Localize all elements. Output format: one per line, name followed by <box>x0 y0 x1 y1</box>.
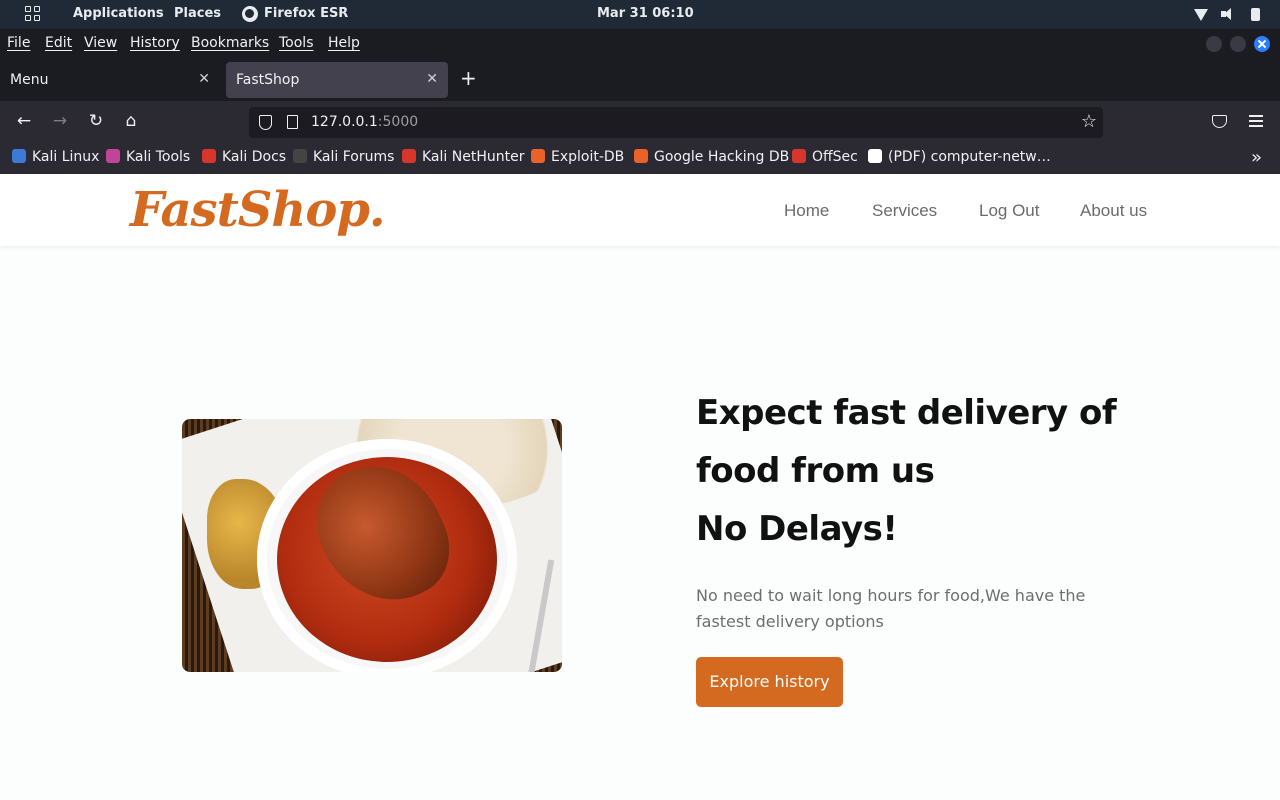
site-logo[interactable]: FastShop. <box>130 182 386 238</box>
bookmark-label: OffSec <box>812 149 858 165</box>
tab-close-icon[interactable]: ✕ <box>198 71 210 87</box>
bookmark-label: Kali Forums <box>313 149 395 165</box>
bookmark-star-icon[interactable]: ☆ <box>1081 111 1097 132</box>
system-clock[interactable]: Mar 31 06:10 <box>597 6 694 21</box>
hero-title-line: No Delays! <box>696 509 898 549</box>
nav-logout-link[interactable]: Log Out <box>979 201 1040 221</box>
bookmark-exploit-db[interactable]: Exploit-DB <box>531 149 624 165</box>
bookmark-label: Exploit-DB <box>551 149 625 165</box>
url-host: 127.0.0.1 <box>311 114 378 130</box>
url-bar[interactable]: 127.0.0.1:5000 ☆ <box>249 107 1103 138</box>
maximize-button[interactable] <box>1230 36 1246 52</box>
menu-help[interactable]: Help <box>328 35 360 51</box>
chevron-right-icon[interactable]: » <box>1251 147 1262 168</box>
bookmark-kali-tools[interactable]: Kali Tools <box>106 149 190 165</box>
forward-arrow-icon[interactable]: → <box>49 111 71 131</box>
hero-title-line: food from us <box>696 451 935 491</box>
bookmark-label: Kali Tools <box>126 149 191 165</box>
bookmark-label: Google Hacking DB <box>654 149 790 165</box>
nethunter-icon <box>402 149 416 163</box>
tab-fastshop[interactable]: FastShop ✕ <box>226 62 448 98</box>
kali-dragon-icon <box>12 149 26 163</box>
active-app-label[interactable]: Firefox ESR <box>264 6 348 21</box>
menu-tools[interactable]: Tools <box>279 35 314 51</box>
applications-menu[interactable]: Applications <box>73 6 164 21</box>
hero-title-line: Expect fast delivery of <box>696 393 1117 433</box>
bookmark-google-hacking-db[interactable]: Google Hacking DB <box>634 149 789 165</box>
system-top-panel: Applications Places Firefox ESR Mar 31 0… <box>0 0 1280 29</box>
exploit-db-icon <box>531 149 545 163</box>
bookmark-label: Kali Docs <box>222 149 287 165</box>
bookmark-label: (PDF) computer-netw… <box>888 149 1051 165</box>
tab-close-icon[interactable]: ✕ <box>426 71 438 87</box>
bookmark-kali-docs[interactable]: Kali Docs <box>202 149 286 165</box>
web-page: FastShop. Home Services Log Out About us… <box>0 174 1280 800</box>
menu-history[interactable]: History <box>130 35 180 51</box>
bookmarks-toolbar: Kali Linux Kali Tools Kali Docs Kali For… <box>0 143 1280 174</box>
ghdb-icon <box>634 149 648 163</box>
bookmark-kali-forums[interactable]: Kali Forums <box>293 149 394 165</box>
menu-edit[interactable]: Edit <box>45 35 72 51</box>
battery-icon[interactable] <box>1251 8 1260 21</box>
url-port: :5000 <box>377 114 419 130</box>
kali-tools-icon <box>106 149 120 163</box>
wifi-icon[interactable] <box>1194 9 1208 21</box>
hamburger-menu-icon[interactable] <box>1249 115 1263 127</box>
tracking-shield-icon[interactable] <box>259 115 272 130</box>
back-arrow-icon[interactable]: ← <box>13 111 35 131</box>
hero-food-image <box>182 419 562 672</box>
reload-icon[interactable]: ↻ <box>85 111 107 131</box>
hero-heading: Expect fast delivery of food from us No … <box>696 384 1176 558</box>
tab-bar: Menu ✕ FastShop ✕ <box>0 59 1280 101</box>
tab-label: FastShop <box>236 72 300 88</box>
new-tab-button[interactable]: + <box>460 66 477 90</box>
minimize-button[interactable] <box>1206 36 1222 52</box>
tab-menu[interactable]: Menu ✕ <box>0 62 220 98</box>
kali-forums-icon <box>293 149 307 163</box>
page-info-icon[interactable] <box>287 115 298 129</box>
home-icon[interactable]: ⌂ <box>120 111 142 131</box>
app-grid-icon[interactable] <box>25 6 41 22</box>
menu-file[interactable]: File <box>7 35 30 51</box>
places-menu[interactable]: Places <box>174 6 221 21</box>
bookmark-label: Kali NetHunter <box>422 149 525 165</box>
menu-view[interactable]: View <box>84 35 117 51</box>
site-header: FastShop. Home Services Log Out About us <box>0 174 1280 246</box>
bookmark-offsec[interactable]: OffSec <box>792 149 858 165</box>
explore-history-button[interactable]: Explore history <box>696 657 843 707</box>
bookmark-label: Kali Linux <box>32 149 100 165</box>
nav-services-link[interactable]: Services <box>872 201 937 221</box>
kali-docs-icon <box>202 149 216 163</box>
tab-label: Menu <box>10 72 49 88</box>
volume-icon[interactable] <box>1221 7 1235 21</box>
bookmark-pdf-computer-networks[interactable]: (PDF) computer-netw… <box>868 149 1051 165</box>
hero-description: No need to wait long hours for food,We h… <box>696 586 1086 631</box>
bookmark-kali-nethunter[interactable]: Kali NetHunter <box>402 149 524 165</box>
nav-home-link[interactable]: Home <box>784 201 829 221</box>
nav-about-link[interactable]: About us <box>1080 201 1147 221</box>
url-text[interactable]: 127.0.0.1:5000 <box>311 114 418 130</box>
close-window-button[interactable] <box>1254 36 1270 52</box>
firefox-icon <box>242 6 258 22</box>
offsec-icon <box>792 149 806 163</box>
navigation-toolbar: ← → ↻ ⌂ 127.0.0.1:5000 ☆ <box>0 101 1280 143</box>
bookmark-kali-linux[interactable]: Kali Linux <box>12 149 99 165</box>
academia-icon <box>868 149 882 163</box>
menu-bookmarks[interactable]: Bookmarks <box>191 35 269 51</box>
browser-menubar: File Edit View History Bookmarks Tools H… <box>0 29 1280 59</box>
